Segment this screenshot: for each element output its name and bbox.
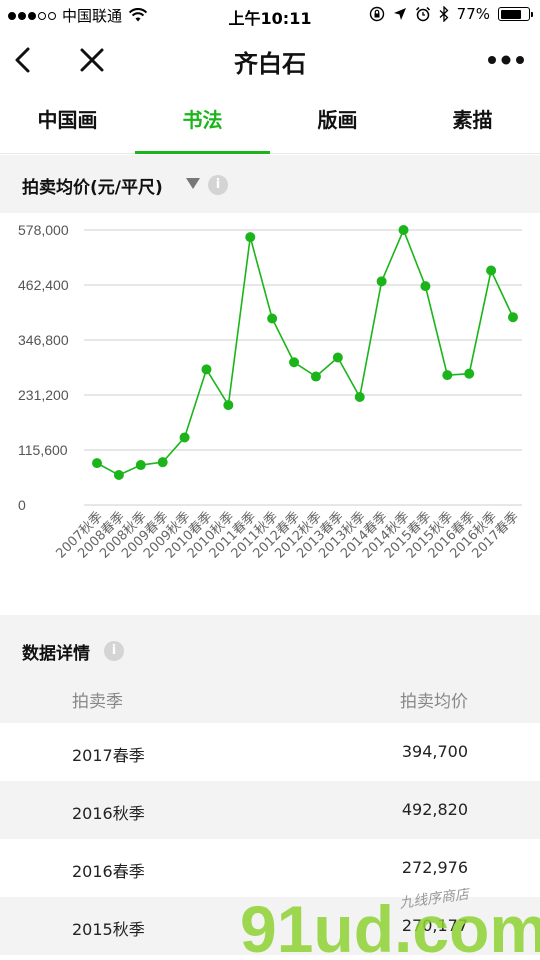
svg-text:91ud.com: 91ud.com — [240, 892, 540, 960]
tab-prints[interactable]: 版画 — [270, 90, 405, 153]
rotation-lock-icon — [369, 6, 384, 22]
data-point — [420, 281, 431, 292]
row-price: 394,700 — [401, 742, 468, 761]
tab-calligraphy[interactable]: 书法 — [135, 90, 270, 154]
data-point — [354, 391, 365, 402]
y-tick-label: 0 — [18, 497, 26, 513]
category-tabs: 中国画 书法 版画 素描 — [0, 90, 540, 154]
status-right: 77% — [369, 5, 533, 23]
data-point — [157, 457, 168, 468]
info-icon[interactable]: i — [208, 175, 228, 195]
chart-metric-label: 拍卖均价(元/平尺) — [22, 178, 163, 198]
data-point — [332, 352, 343, 363]
more-icon — [488, 55, 524, 65]
nav-bar: 齐白石 — [0, 30, 540, 90]
more-button[interactable] — [484, 42, 528, 78]
tab-sketch[interactable]: 素描 — [405, 90, 540, 153]
data-point — [508, 312, 518, 323]
series-line — [96, 227, 514, 476]
data-point — [310, 371, 321, 382]
row-price: 492,820 — [401, 800, 468, 819]
tab-chinese-painting[interactable]: 中国画 — [0, 90, 135, 153]
details-title: 数据详情 — [22, 644, 90, 664]
data-point — [135, 460, 146, 471]
data-point — [289, 357, 300, 368]
details-header: 数据详情 i 拍卖季 拍卖均价 — [0, 615, 540, 723]
table-row: 2016秋季 492,820 — [0, 781, 540, 839]
data-point — [464, 368, 475, 379]
row-season: 2016秋季 — [72, 804, 145, 823]
page-title: 齐白石 — [234, 50, 306, 78]
status-bar: 中国联通 上午10:11 77% — [0, 0, 540, 30]
info-icon[interactable]: i — [104, 641, 124, 661]
data-point — [245, 232, 256, 243]
data-point — [113, 470, 124, 481]
data-point — [376, 276, 387, 287]
battery-percent: 77% — [456, 5, 490, 23]
location-icon — [393, 8, 406, 20]
y-tick-label: 578,000 — [18, 222, 69, 238]
data-point — [398, 225, 409, 235]
battery-icon — [498, 7, 533, 21]
dropdown-arrow-icon[interactable] — [186, 178, 200, 189]
row-season: 2015秋季 — [72, 920, 145, 939]
price-chart: 0 115,600 231,200 346,800 462,400 578,000 2007… — [0, 213, 540, 615]
data-point — [92, 458, 102, 469]
y-tick-label: 231,200 — [18, 387, 69, 403]
site-watermark-logo: 91ud.com 九线序商店 — [240, 888, 540, 960]
table-row: 2017春季 394,700 — [0, 723, 540, 781]
row-season: 2017春季 — [72, 746, 145, 765]
chart-header: 拍卖均价(元/平尺) i — [0, 155, 540, 213]
column-header-season: 拍卖季 — [72, 692, 123, 712]
y-tick-label: 346,800 — [18, 332, 69, 348]
y-tick-label: 115,600 — [18, 442, 68, 458]
y-tick-label: 462,400 — [18, 277, 69, 293]
column-header-price: 拍卖均价 — [400, 692, 468, 712]
data-point — [179, 432, 190, 443]
row-price: 272,976 — [401, 858, 468, 877]
bluetooth-icon — [439, 6, 449, 22]
data-point — [223, 400, 234, 411]
data-point — [486, 265, 497, 276]
data-point — [442, 370, 453, 381]
row-season: 2016春季 — [72, 862, 145, 881]
data-point — [267, 313, 278, 324]
data-point — [201, 364, 212, 375]
line-chart: 0115,600231,200346,800462,400578,0002007… — [18, 222, 522, 562]
alarm-icon — [415, 6, 430, 22]
